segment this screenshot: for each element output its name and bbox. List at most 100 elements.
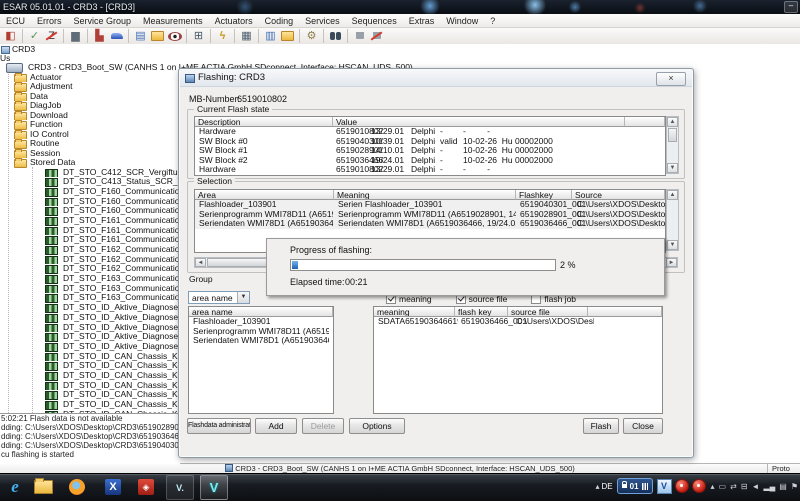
grid-icon[interactable]: ▦ [234, 29, 255, 43]
flash-state-row[interactable]: SW Block #2 6519036466 19/24.01 Delphi -… [195, 156, 665, 166]
diagram-icon[interactable]: ▙ [87, 29, 108, 43]
taskbar-button-red-app[interactable]: ◈ [133, 475, 159, 498]
scroll-right-icon[interactable]: ► [666, 258, 677, 267]
add-button[interactable]: Add [255, 418, 297, 434]
menu-item[interactable]: Actuators [209, 16, 259, 26]
log-line: dding: C:\Users\XDOS\Desktop\CRD3\651903… [1, 432, 180, 441]
folder-open-icon[interactable] [149, 29, 166, 43]
firefox-icon [69, 478, 85, 495]
scroll-up-icon[interactable]: ▲ [667, 190, 678, 200]
volume-icon[interactable]: ◄ [752, 482, 760, 491]
car-icon[interactable] [108, 29, 125, 43]
menu-item[interactable]: Coding [259, 16, 300, 26]
close-button[interactable]: Close [623, 418, 663, 434]
flag-icon[interactable]: ⚑ [791, 482, 798, 491]
chart-window-icon[interactable]: ▤ [128, 29, 149, 43]
reset-z-icon[interactable]: Z [43, 29, 60, 43]
taskbar-button-firefox[interactable] [64, 475, 90, 498]
delete-button[interactable]: Delete [302, 418, 344, 434]
close-icon[interactable]: × [656, 72, 686, 86]
eye-icon[interactable] [166, 29, 183, 43]
red-status-icon[interactable] [691, 479, 706, 493]
taskbar-button-xentry[interactable]: X [100, 475, 126, 498]
taskbar-button-vediamo[interactable]: V [200, 475, 228, 500]
menu-item[interactable]: Sequences [346, 16, 403, 26]
log-line: dding: C:\Users\XDOS\Desktop\CRD3\651902… [1, 423, 180, 432]
flash-state-row[interactable]: Hardware 6519010802 13/29.01 Delphi - - … [195, 165, 665, 175]
menu-item[interactable]: Services [299, 16, 346, 26]
flashdata-administration-button[interactable]: Flashdata administration [187, 418, 251, 434]
menu-item[interactable]: Service Group [68, 16, 138, 26]
column-header-flashkey[interactable]: Flashkey [516, 190, 572, 200]
hierarchy-icon[interactable]: ⊞ [186, 29, 207, 43]
column-header-blank[interactable] [588, 307, 662, 317]
language-indicator[interactable]: DE [602, 482, 613, 491]
dialog-titlebar[interactable]: Flashing: CRD3 × [180, 70, 692, 87]
sdconnect-indicator[interactable]: 01 [616, 478, 653, 494]
selection-scrollbar[interactable]: ▲ ▼ [666, 189, 679, 251]
menu-item[interactable]: ECU [0, 16, 31, 26]
flash-file-row[interactable]: SDATA6519036466192401 6519036466_001 C:\… [374, 317, 662, 327]
chevron-down-icon[interactable]: ▼ [237, 292, 249, 303]
column-header-meaning[interactable]: Meaning [334, 190, 516, 200]
folder-import-icon[interactable] [279, 29, 296, 43]
values-table-icon[interactable]: ▥ [258, 29, 279, 43]
device-info-icon[interactable]: ▆ [63, 29, 84, 43]
column-header-description[interactable]: Description [195, 117, 333, 127]
signal-icon[interactable]: ▂▄ [763, 482, 775, 491]
column-header-area[interactable]: Area [195, 190, 334, 200]
selection-row[interactable]: Flashloader_103901 Serien Flashloader_10… [195, 200, 665, 210]
flash-state-row[interactable]: Hardware 6519010802 13/29.01 Delphi - - … [195, 127, 665, 137]
area-name-row[interactable]: Serienprogramm WMI78D11 (A6519028901, 14… [189, 327, 333, 337]
column-header-value[interactable]: Value [333, 117, 625, 127]
flash-icon[interactable]: ϟ [210, 29, 231, 43]
column-header-meaning[interactable]: meaning [374, 307, 455, 317]
red-status-icon[interactable] [674, 479, 689, 493]
column-header-flash-key[interactable]: flash key [455, 307, 508, 317]
column-header-area-name[interactable]: area name [189, 307, 333, 317]
group-by-dropdown[interactable]: area name ▼ [188, 291, 250, 304]
flash-state-row[interactable]: SW Block #0 6519040301 10/39.01 Delphi v… [195, 137, 665, 147]
printer-icon[interactable]: ▤ [779, 482, 787, 491]
folder-icon [14, 120, 27, 130]
options-button[interactable]: Options [349, 418, 405, 434]
tools-icon[interactable]: ⚙ [299, 29, 320, 43]
area-name-row[interactable]: Flashloader_103901 [189, 317, 333, 327]
selection-row[interactable]: Seriendaten WMI78D1 (A6519036466, 19/24.… [195, 219, 665, 229]
usb-icon[interactable]: ⇄ [730, 482, 737, 491]
flash-button[interactable]: Flash [583, 418, 619, 434]
scroll-left-icon[interactable]: ◄ [195, 258, 206, 267]
taskbar-button-vediamo-small[interactable]: V. [166, 475, 194, 500]
display-icon[interactable]: ▭ [719, 482, 727, 491]
column-header-source-file[interactable]: source file [508, 307, 588, 317]
menu-item[interactable]: Measurements [137, 16, 209, 26]
hidden-icons-chevron[interactable]: ▴ [595, 482, 599, 491]
taskbar-button-windows-explorer[interactable] [30, 475, 56, 498]
hidden-icons-chevron[interactable]: ▴ [711, 482, 715, 491]
area-name-row[interactable]: Seriendaten WMI78D1 (A6519036466, 19/24.… [189, 336, 333, 346]
scroll-up-icon[interactable]: ▲ [667, 117, 678, 127]
flash-state-row[interactable]: SW Block #1 6519028901 14/10.01 Delphi -… [195, 146, 665, 156]
binoculars-icon[interactable] [323, 29, 344, 43]
network-icon[interactable]: ⊟ [741, 482, 748, 491]
column-header-blank[interactable] [625, 117, 665, 127]
scroll-down-icon[interactable]: ▼ [667, 163, 678, 173]
connect-icon[interactable] [347, 29, 368, 43]
minimize-button[interactable]: – [784, 1, 798, 13]
taskbar-button-internet-explorer[interactable]: e [2, 475, 28, 498]
selection-row[interactable]: Serienprogramm WMI78D11 (A6519028901, 14… [195, 209, 665, 220]
scrollbar-thumb[interactable] [668, 128, 677, 142]
check-icon[interactable]: ✓ [22, 29, 43, 43]
column-header-source[interactable]: Source [572, 190, 665, 200]
menu-item[interactable]: ? [484, 16, 501, 26]
ecu-variant-icon[interactable]: ◧ [2, 29, 19, 43]
flash-state-scrollbar[interactable]: ▲ ▼ [666, 116, 679, 174]
menu-item[interactable]: Window [440, 16, 484, 26]
hierarchy-icon: ⊞ [193, 30, 204, 42]
vediamo-tray-icon[interactable]: V [656, 478, 672, 494]
scroll-down-icon[interactable]: ▼ [667, 240, 678, 250]
menu-item[interactable]: Extras [403, 16, 441, 26]
disconnect-icon[interactable] [368, 29, 385, 43]
menu-item[interactable]: Errors [31, 16, 68, 26]
stored-data-icon [45, 362, 58, 371]
